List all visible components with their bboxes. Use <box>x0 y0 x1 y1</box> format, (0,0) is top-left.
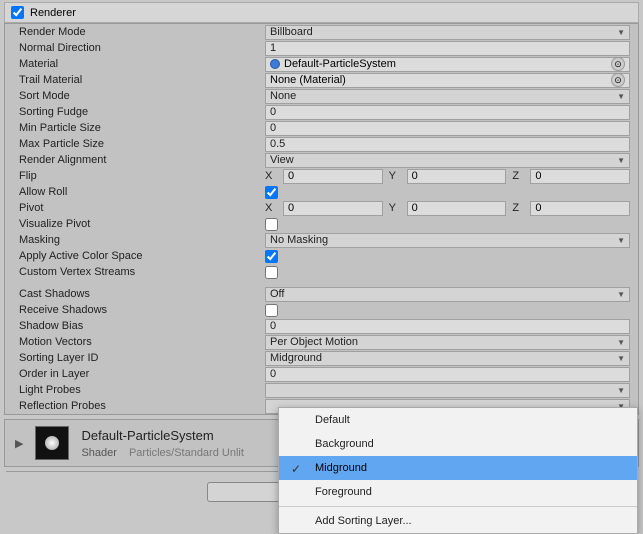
render-mode-dropdown[interactable]: Billboard▼ <box>265 25 630 40</box>
popup-item-midground[interactable]: ✓Midground <box>279 456 637 480</box>
renderer-section-header[interactable]: Renderer <box>4 2 639 23</box>
material-icon <box>270 59 280 69</box>
axis-x-label: X <box>265 202 277 214</box>
visualize-pivot-checkbox[interactable] <box>265 218 278 231</box>
label-sorting-fudge: Sorting Fudge <box>13 106 265 118</box>
material-field[interactable]: Default-ParticleSystem⊙ <box>265 57 630 72</box>
allow-roll-checkbox[interactable] <box>265 186 278 199</box>
chevron-down-icon: ▼ <box>617 354 625 363</box>
label-pivot: Pivot <box>13 202 265 214</box>
label-sorting-layer-id: Sorting Layer ID <box>13 352 265 364</box>
shader-label: Shader <box>81 447 116 459</box>
axis-y-label: Y <box>389 170 401 182</box>
label-render-mode: Render Mode <box>13 26 265 38</box>
object-picker-icon[interactable]: ⊙ <box>611 57 625 71</box>
label-masking: Masking <box>13 234 265 246</box>
apply-active-color-space-checkbox[interactable] <box>265 250 278 263</box>
chevron-down-icon: ▼ <box>617 290 625 299</box>
sorting-layer-id-dropdown[interactable]: Midground▼ <box>265 351 630 366</box>
light-probes-dropdown[interactable]: ▼ <box>265 383 630 398</box>
chevron-down-icon: ▼ <box>617 156 625 165</box>
axis-z-label: Z <box>512 202 524 214</box>
label-reflection-probes: Reflection Probes <box>13 400 265 412</box>
sorting-fudge-input[interactable]: 0 <box>265 105 630 120</box>
order-in-layer-input[interactable]: 0 <box>265 367 630 382</box>
popup-separator <box>279 506 637 507</box>
renderer-title: Renderer <box>30 7 76 19</box>
label-render-alignment: Render Alignment <box>13 154 265 166</box>
label-trail-material: Trail Material <box>13 74 265 86</box>
render-alignment-dropdown[interactable]: View▼ <box>265 153 630 168</box>
label-max-particle-size: Max Particle Size <box>13 138 265 150</box>
flip-x-input[interactable]: 0 <box>283 169 383 184</box>
label-sort-mode: Sort Mode <box>13 90 265 102</box>
chevron-down-icon: ▼ <box>617 386 625 395</box>
popup-item-add-sorting-layer[interactable]: Add Sorting Layer... <box>279 509 637 533</box>
chevron-down-icon: ▼ <box>617 92 625 101</box>
chevron-down-icon: ▼ <box>617 338 625 347</box>
custom-vertex-streams-checkbox[interactable] <box>265 266 278 279</box>
motion-vectors-dropdown[interactable]: Per Object Motion▼ <box>265 335 630 350</box>
max-particle-size-input[interactable]: 0.5 <box>265 137 630 152</box>
renderer-panel: Render ModeBillboard▼ Normal Direction1 … <box>4 23 639 415</box>
label-normal-direction: Normal Direction <box>13 42 265 54</box>
shader-value[interactable]: Particles/Standard Unlit <box>129 447 244 459</box>
popup-item-default[interactable]: Default <box>279 408 637 432</box>
label-material: Material <box>13 58 265 70</box>
sort-mode-dropdown[interactable]: None▼ <box>265 89 630 104</box>
label-light-probes: Light Probes <box>13 384 265 396</box>
cast-shadows-dropdown[interactable]: Off▼ <box>265 287 630 302</box>
axis-y-label: Y <box>389 202 401 214</box>
shadow-bias-input[interactable]: 0 <box>265 319 630 334</box>
trail-material-field[interactable]: None (Material)⊙ <box>265 73 630 88</box>
normal-direction-input[interactable]: 1 <box>265 41 630 56</box>
label-flip: Flip <box>13 170 265 182</box>
label-custom-vertex-streams: Custom Vertex Streams <box>13 266 265 278</box>
chevron-down-icon: ▼ <box>617 28 625 37</box>
min-particle-size-input[interactable]: 0 <box>265 121 630 136</box>
label-allow-roll: Allow Roll <box>13 186 265 198</box>
renderer-enabled-checkbox[interactable] <box>11 6 24 19</box>
label-order-in-layer: Order in Layer <box>13 368 265 380</box>
flip-z-input[interactable]: 0 <box>530 169 630 184</box>
receive-shadows-checkbox[interactable] <box>265 304 278 317</box>
label-min-particle-size: Min Particle Size <box>13 122 265 134</box>
expand-arrow-icon[interactable]: ▶ <box>15 437 23 450</box>
axis-z-label: Z <box>512 170 524 182</box>
popup-item-background[interactable]: Background <box>279 432 637 456</box>
pivot-x-input[interactable]: 0 <box>283 201 383 216</box>
label-motion-vectors: Motion Vectors <box>13 336 265 348</box>
masking-dropdown[interactable]: No Masking▼ <box>265 233 630 248</box>
material-thumbnail <box>35 426 69 460</box>
label-visualize-pivot: Visualize Pivot <box>13 218 265 230</box>
pivot-z-input[interactable]: 0 <box>530 201 630 216</box>
sorting-layer-popup: Default Background ✓Midground Foreground… <box>278 407 638 534</box>
label-shadow-bias: Shadow Bias <box>13 320 265 332</box>
object-picker-icon[interactable]: ⊙ <box>611 73 625 87</box>
pivot-y-input[interactable]: 0 <box>407 201 507 216</box>
check-icon: ✓ <box>291 462 301 476</box>
label-cast-shadows: Cast Shadows <box>13 288 265 300</box>
flip-y-input[interactable]: 0 <box>407 169 507 184</box>
axis-x-label: X <box>265 170 277 182</box>
label-receive-shadows: Receive Shadows <box>13 304 265 316</box>
label-apply-active-color-space: Apply Active Color Space <box>13 250 265 262</box>
chevron-down-icon: ▼ <box>617 236 625 245</box>
popup-item-foreground[interactable]: Foreground <box>279 480 637 504</box>
